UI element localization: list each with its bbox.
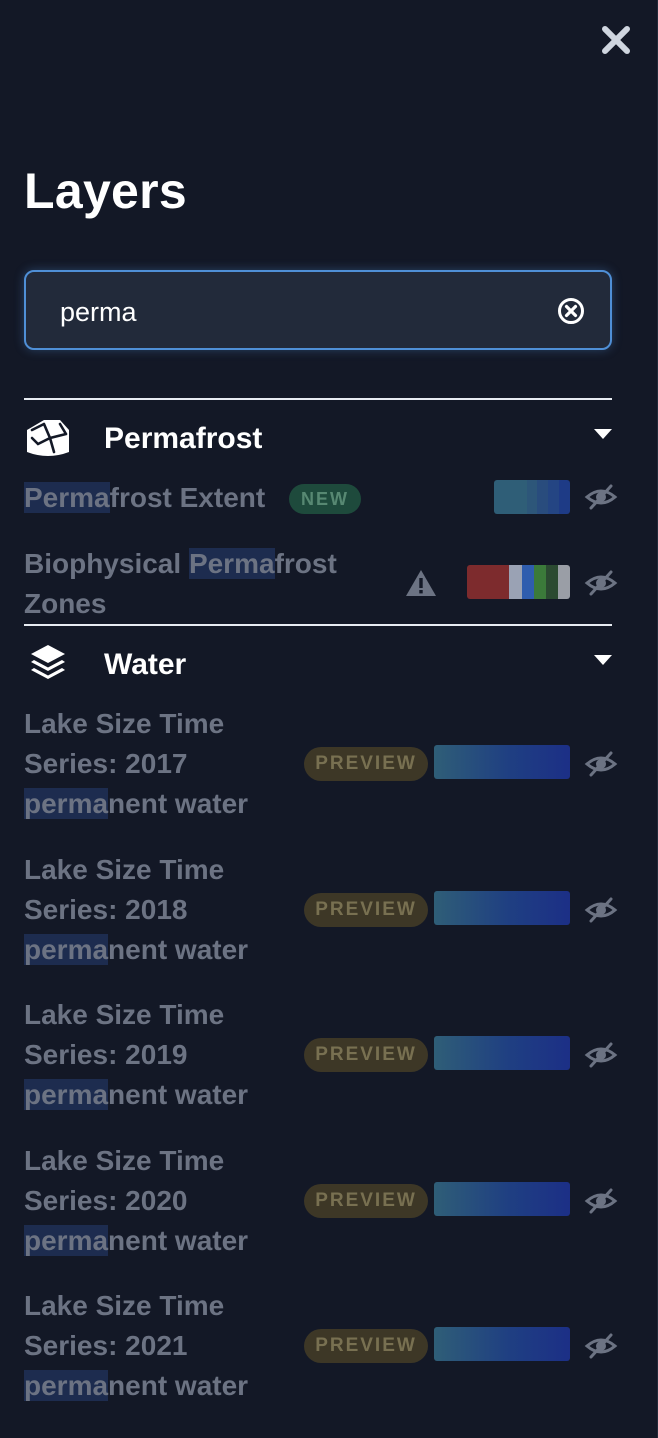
permafrost-icon [27,420,69,456]
layer-row-biophysical-permafrost-zones: Biophysical Permafrost Zones [0,544,658,624]
layer-name-line1[interactable]: Lake Size Time [24,704,224,744]
close-icon [602,26,630,54]
name-prefix: Biophysical [24,548,189,579]
category-header-water[interactable]: Water [24,642,616,690]
layer-name-line2[interactable]: Series: 2021 [24,1326,187,1366]
chevron-down-icon [594,429,612,439]
layer-name-line2[interactable]: Series: 2017 [24,744,187,784]
search-highlight: Perma [188,548,275,579]
search-highlight: perma [24,1370,109,1401]
search-highlight: perma [24,788,109,819]
visibility-off-icon[interactable] [584,749,618,779]
layer-name-line3[interactable]: permanent water [24,1366,248,1406]
layer-name-line2[interactable]: Zones [24,584,106,624]
layer-name-line2[interactable]: Series: 2019 [24,1035,187,1075]
category-label: Water [104,648,187,681]
layer-name-line3[interactable]: permanent water [24,1221,248,1261]
layer-row-lake-size-2021: Lake Size Time Series: 2021 permanent wa… [0,1286,658,1410]
close-button[interactable] [598,22,634,58]
preview-badge: PREVIEW [304,1329,428,1363]
warning-icon [406,570,436,596]
page-title: Layers [24,163,188,219]
divider [24,398,612,400]
layer-row-lake-size-2019: Lake Size Time Series: 2019 permanent wa… [0,995,658,1119]
clear-search-button[interactable] [557,297,585,325]
layer-row-lake-size-2020: Lake Size Time Series: 2020 permanent wa… [0,1141,658,1265]
name-suffix: nent water [108,1370,249,1401]
search-box [24,270,612,350]
category-header-permafrost[interactable]: Permafrost [24,416,616,464]
visibility-off-icon[interactable] [584,568,618,598]
search-highlight: perma [24,1079,109,1110]
new-badge: NEW [289,484,361,514]
layers-stack-icon [31,645,65,679]
visibility-off-icon[interactable] [584,895,618,925]
clear-circle-icon [558,298,584,324]
layer-row-lake-size-2018: Lake Size Time Series: 2018 permanent wa… [0,850,658,974]
name-suffix: frost [274,548,337,579]
preview-badge: PREVIEW [304,893,428,927]
preview-badge: PREVIEW [304,1184,428,1218]
name-suffix: nent water [108,934,249,965]
name-suffix: nent water [108,788,249,819]
search-highlight: perma [24,934,109,965]
search-input[interactable] [58,292,542,332]
name-suffix: nent water [108,1225,249,1256]
visibility-off-icon[interactable] [584,482,618,512]
layer-name-line2[interactable]: Series: 2018 [24,890,187,930]
preview-badge: PREVIEW [304,747,428,781]
visibility-off-icon[interactable] [584,1331,618,1361]
layer-name[interactable]: Permafrost Extent [24,478,265,518]
layer-row-permafrost-extent: Permafrost Extent NEW [0,478,658,522]
legend-swatch [494,480,570,514]
layer-name[interactable]: Biophysical Permafrost [24,544,337,584]
legend-swatch [434,891,570,925]
chevron-down-icon [594,655,612,665]
legend-swatch [434,745,570,779]
layer-name-line1[interactable]: Lake Size Time [24,995,224,1035]
layer-name-line1[interactable]: Lake Size Time [24,850,224,890]
layers-panel: Layers Permafrost Permafrost Extent NEW [0,0,658,1438]
preview-badge: PREVIEW [304,1038,428,1072]
name-suffix: nent water [108,1079,249,1110]
visibility-off-icon[interactable] [584,1186,618,1216]
legend-swatch [434,1327,570,1361]
search-highlight: Perma [24,482,110,513]
category-label: Permafrost [104,422,263,455]
visibility-off-icon[interactable] [584,1040,618,1070]
name-suffix: frost Extent [109,482,266,513]
layer-name-line3[interactable]: permanent water [24,930,248,970]
layer-name-line3[interactable]: permanent water [24,784,248,824]
layer-name-line2[interactable]: Series: 2020 [24,1181,187,1221]
layer-name-line1[interactable]: Lake Size Time [24,1141,224,1181]
divider [24,624,612,626]
layer-name-line3[interactable]: permanent water [24,1075,248,1115]
layer-name-line1[interactable]: Lake Size Time [24,1286,224,1326]
search-highlight: perma [24,1225,109,1256]
legend-swatch [434,1182,570,1216]
legend-swatch [467,565,570,599]
layer-row-lake-size-2017: Lake Size Time Series: 2017 permanent wa… [0,704,658,828]
legend-swatch [434,1036,570,1070]
